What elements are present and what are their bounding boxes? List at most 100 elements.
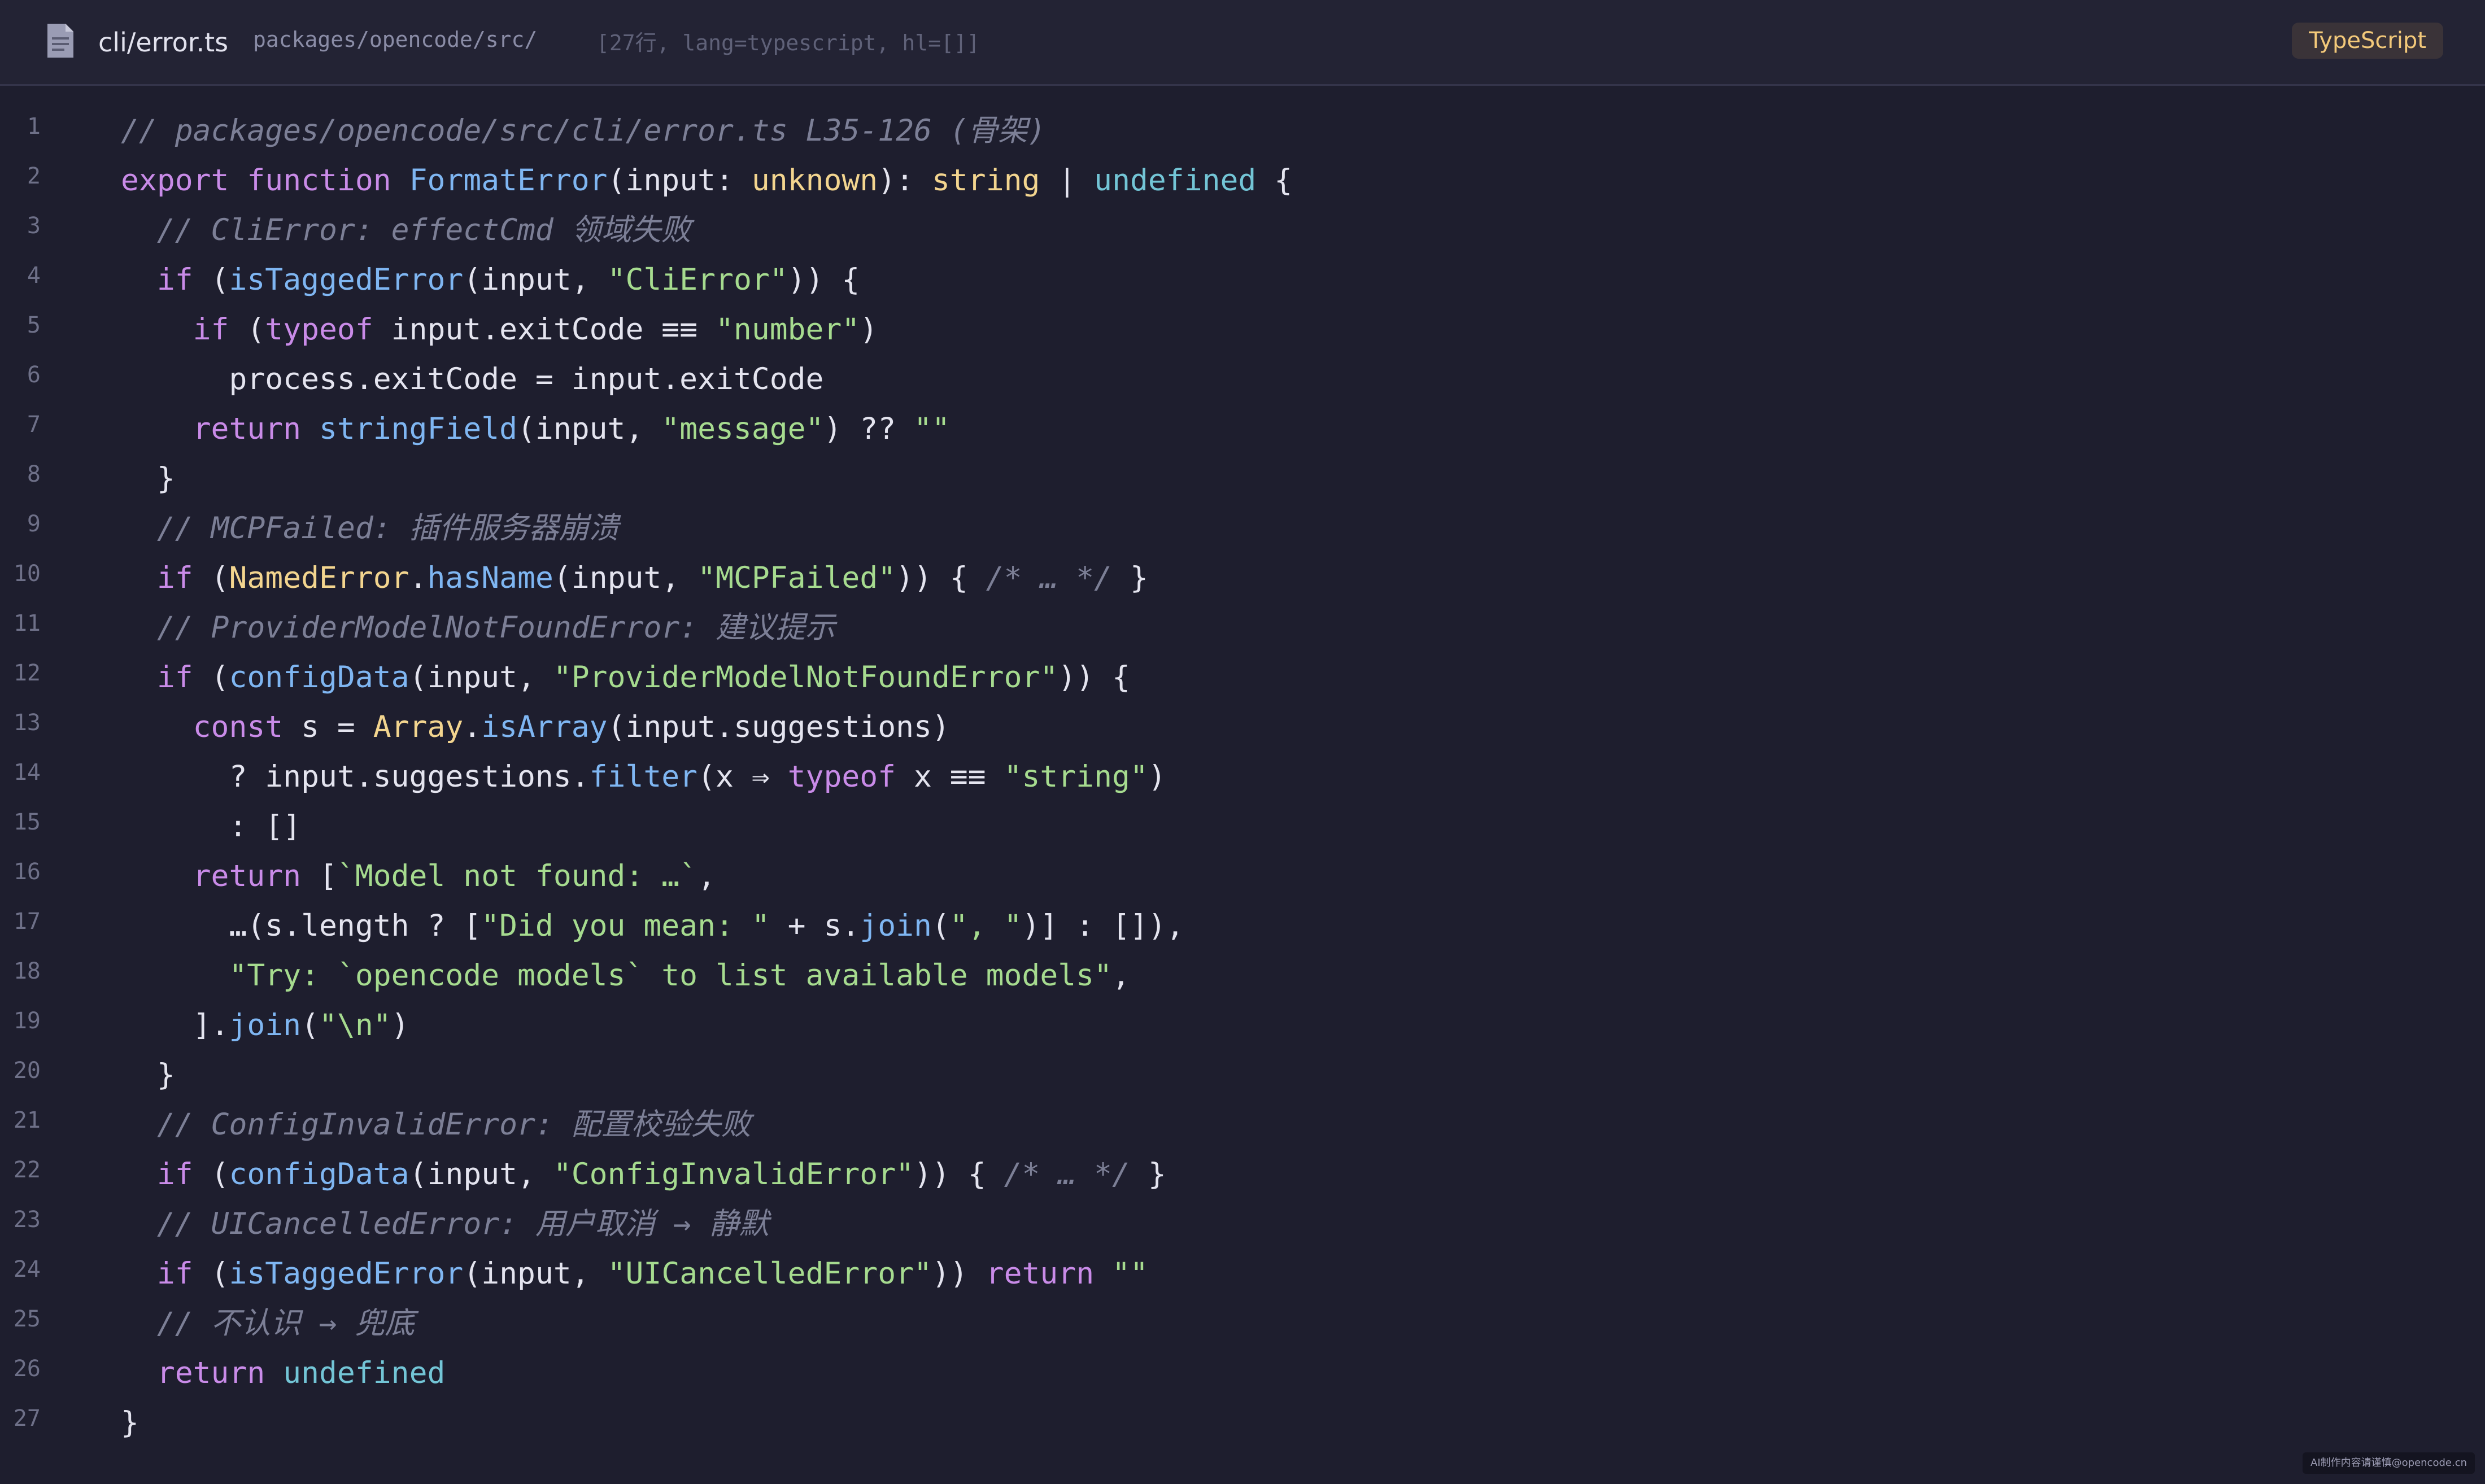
code-line: 4 if (isTaggedError(input, "CliError")) … [0,255,2485,305]
code-token: } [1130,1157,1166,1191]
line-source: if (configData(input, "ConfigInvalidErro… [121,1152,1166,1197]
line-source: return stringField(input, "message") ?? … [121,407,950,452]
code-token: join [229,1008,302,1042]
line-source: process.exitCode = input.exitCode [121,357,823,402]
code-token: process.exitCode = input.exitCode [121,362,824,396]
line-source: if (isTaggedError(input, "CliError")) { [121,257,860,303]
code-token: stringField [319,412,518,446]
code-token: if [156,561,193,595]
code-token: ? input.suggestions. [121,760,590,794]
line-source: } [121,456,175,501]
code-token: ", " [949,909,1022,943]
code-token: , [697,859,716,893]
code-token: if [156,660,193,695]
code-token: )) { [914,1157,1004,1191]
code-line: 10 if (NamedError.hasName(input, "MCPFai… [0,553,2485,603]
code-token: // CliError: effectCmd 领域失败 [121,213,691,247]
code-token: { [1256,163,1293,198]
code-block: 1 // packages/opencode/src/cli/error.ts L… [0,106,2485,1448]
line-source: // 不认识 → 兜底 [121,1301,415,1346]
line-source: return undefined [121,1351,446,1396]
code-line: 15 : [] [0,802,2485,852]
line-number: 8 [27,461,41,487]
code-token: Array [373,710,464,744]
code-token: "string" [1004,760,1148,794]
line-number: 18 [13,958,41,984]
line-source: } [121,1400,139,1446]
code-token: ( [193,561,229,595]
code-token: undefined [1094,163,1257,198]
code-token: ( [193,660,229,695]
code-line: 27} [0,1398,2485,1448]
line-source: // MCPFailed: 插件服务器崩溃 [121,506,619,551]
document-icon [47,24,73,58]
line-number: 4 [27,263,41,289]
line-number: 6 [27,362,41,388]
code-token: hasName [427,561,553,595]
code-line: 18 "Try: `opencode models` to list avail… [0,951,2485,1001]
line-number: 10 [13,561,41,587]
code-token: /* … */ [1004,1157,1130,1191]
line-source: ].join("\n") [121,1003,409,1048]
line-source: } [121,1053,175,1098]
code-token: ) [391,1008,409,1042]
code-token: (input, [463,1256,608,1291]
code-line: 11 // ProviderModelNotFoundError: 建议提示 [0,603,2485,653]
line-number: 25 [13,1306,41,1332]
code-token: ) [1148,760,1166,794]
code-token: "CliError" [607,263,788,297]
code-token: . [463,710,482,744]
code-token: "" [914,412,950,446]
line-number: 19 [13,1008,41,1034]
line-source: : [] [121,804,301,849]
line-number: 16 [13,859,41,885]
code-token: // UICancelledError: 用户取消 → 静默 [121,1207,769,1241]
line-number: 9 [27,511,41,537]
code-token: // 不认识 → 兜底 [121,1306,415,1341]
code-token: // MCPFailed: 插件服务器崩溃 [121,511,619,545]
code-token: )) [931,1256,986,1291]
code-line: 1 // packages/opencode/src/cli/error.ts L… [0,106,2485,156]
code-token: ): [878,163,932,198]
code-line: 22 if (configData(input, "ConfigInvalidE… [0,1150,2485,1199]
code-token: : [] [121,809,302,844]
code-line: 14 ? input.suggestions.filter(x ⇒ typeof… [0,752,2485,802]
line-number: 26 [13,1356,41,1382]
line-number: 12 [13,660,41,686]
line-source: "Try: `opencode models` to list availabl… [121,953,1130,998]
line-number: 15 [13,809,41,835]
code-token: "" [1112,1256,1148,1291]
line-number: 23 [13,1207,41,1233]
line-number: 17 [13,909,41,935]
code-line: 24 if (isTaggedError(input, "UICancelled… [0,1249,2485,1299]
code-token: return [986,1256,1095,1291]
code-token: x ≡≡ [896,760,1004,794]
line-source: if (NamedError.hasName(input, "MCPFailed… [121,556,1148,601]
code-token: /* … */ [986,561,1113,595]
code-line: 20 } [0,1050,2485,1100]
code-line: 25 // 不认识 → 兜底 [0,1299,2485,1348]
code-token: (input, [463,263,608,297]
line-source: if (isTaggedError(input, "UICancelledErr… [121,1251,1148,1297]
line-source: // packages/opencode/src/cli/error.ts L3… [121,108,1046,154]
code-token: ( [931,909,950,943]
code-token: return [193,859,302,893]
file-meta: [27行, lang=typescript, hl=[]] [596,30,980,55]
code-line: 13 const s = Array.isArray(input.suggest… [0,702,2485,752]
code-token: isTaggedError [229,263,464,297]
code-token: "ConfigInvalidError" [553,1157,914,1191]
line-number: 11 [13,610,41,636]
code-token: ( [301,1008,320,1042]
code-token: function [247,163,391,198]
code-token: string [931,163,1040,198]
line-number: 7 [27,412,41,438]
